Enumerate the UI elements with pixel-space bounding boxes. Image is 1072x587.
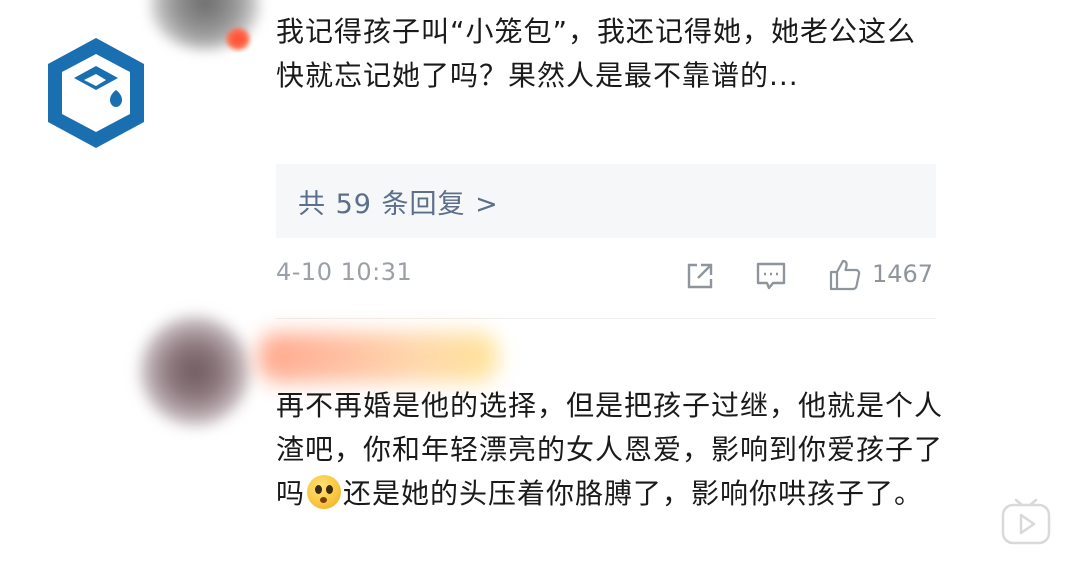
- comment-text: 再不再婚是他的选择，但是把孩子过继，他就是个人渣吧，你和年轻漂亮的女人恩爱，影响…: [276, 384, 944, 516]
- play-icon[interactable]: [1000, 496, 1052, 548]
- logo-icon: [48, 38, 144, 148]
- avatar-badge: [226, 28, 250, 50]
- comment-timestamp: 4-10 10:31: [276, 258, 413, 286]
- comment-text: 我记得孩子叫“小笼包”，我还记得她，她老公这么快就忘记她了吗？果然人是最不靠谱的…: [276, 15, 917, 92]
- view-replies-button[interactable]: 共 59 条回复 >: [276, 164, 936, 238]
- divider: [276, 318, 936, 319]
- share-icon[interactable]: [684, 260, 716, 292]
- like-count: 1467: [872, 260, 934, 288]
- avatar[interactable]: [140, 316, 250, 426]
- comment-text-part: 还是她的头压着你胳膊了，影响你哄孩子了。: [343, 477, 924, 510]
- username[interactable]: [258, 332, 498, 382]
- comment-icon[interactable]: [755, 260, 787, 292]
- replies-label: 共 59 条回复 >: [298, 188, 499, 220]
- thumbs-up-icon[interactable]: [828, 258, 862, 292]
- wondering-emoji-icon: [307, 475, 342, 509]
